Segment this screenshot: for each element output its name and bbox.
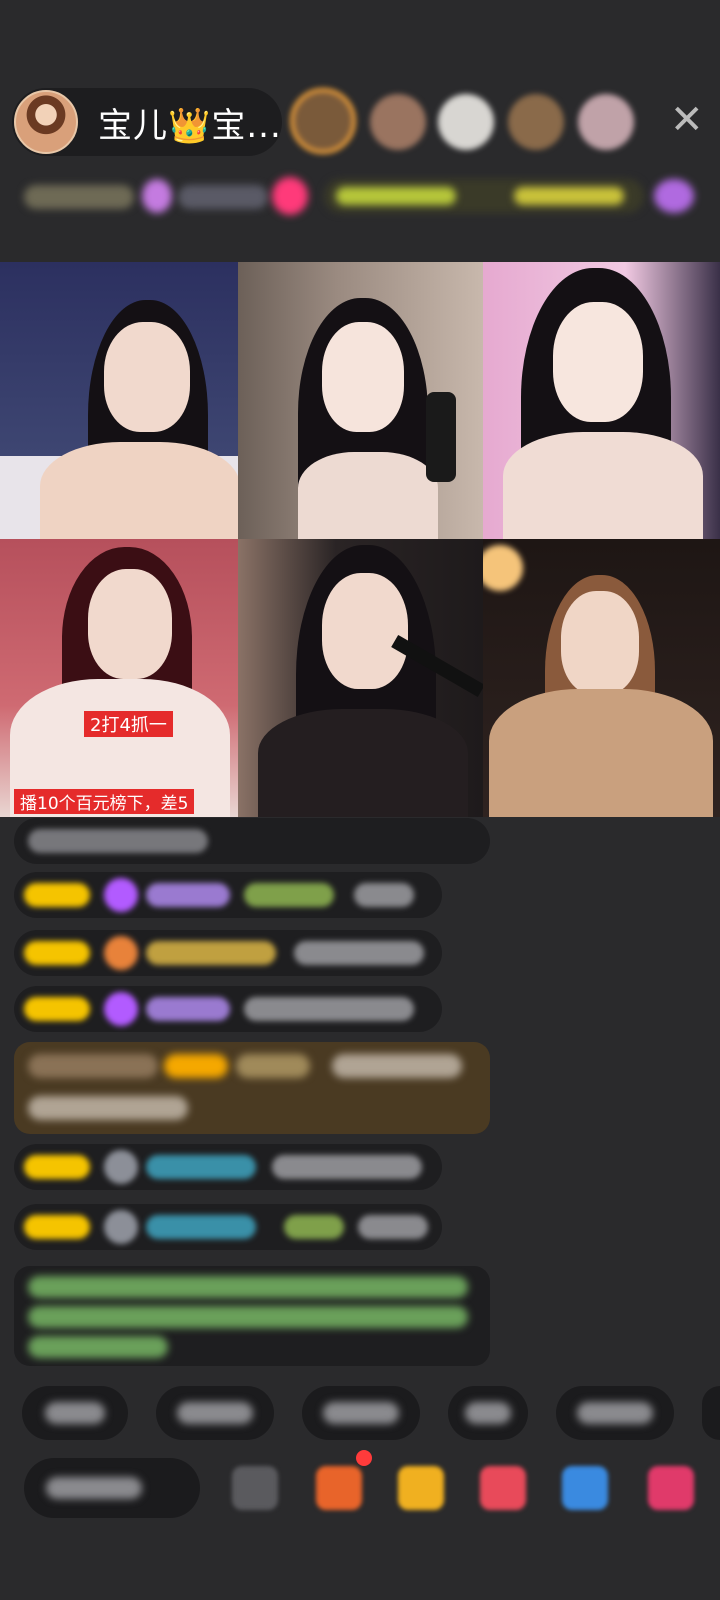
notice-text bbox=[28, 1306, 468, 1328]
tag-blob bbox=[178, 185, 268, 209]
guest-video-tile-5[interactable] bbox=[238, 539, 483, 817]
guest-body bbox=[489, 689, 713, 817]
quick-chip-5[interactable] bbox=[556, 1386, 674, 1440]
viewer-avatar-5[interactable] bbox=[578, 94, 634, 150]
close-icon[interactable]: ✕ bbox=[670, 100, 704, 140]
guest-body bbox=[503, 432, 703, 539]
guest-video-tile-2[interactable] bbox=[238, 262, 483, 539]
user-level-badge bbox=[24, 883, 90, 907]
quick-chip-4[interactable] bbox=[448, 1386, 528, 1440]
notification-dot bbox=[356, 1450, 372, 1466]
user-level-badge bbox=[24, 941, 90, 965]
emoji-icon[interactable] bbox=[232, 1466, 278, 1510]
chat-text bbox=[244, 997, 414, 1021]
chat-text bbox=[28, 1096, 188, 1120]
chat-text bbox=[354, 883, 414, 907]
host-tags-row[interactable] bbox=[24, 175, 700, 219]
tag-blob bbox=[336, 187, 456, 205]
guest-face bbox=[322, 573, 408, 689]
guest-video-tile-4[interactable]: 2打4抓一 播10个百元榜下，差5 bbox=[0, 539, 238, 817]
chat-username bbox=[146, 883, 230, 907]
guest-face bbox=[104, 322, 190, 432]
quick-chip-6[interactable] bbox=[702, 1386, 720, 1440]
microphone-icon bbox=[426, 392, 456, 482]
chat-username bbox=[146, 1155, 256, 1179]
user-avatar-icon bbox=[104, 1210, 138, 1244]
chat-input[interactable] bbox=[24, 1458, 200, 1518]
guest-video-tile-1[interactable] bbox=[0, 262, 238, 539]
heart-icon bbox=[104, 936, 138, 970]
user-level-badge bbox=[24, 1215, 90, 1239]
chat-text bbox=[244, 883, 334, 907]
guest-face bbox=[322, 322, 404, 432]
rank-task-banner: 播10个百元榜下，差5 bbox=[14, 789, 195, 814]
lamp-icon bbox=[483, 545, 523, 591]
chat-username bbox=[146, 997, 230, 1021]
tag-blob bbox=[142, 179, 172, 213]
chat-text bbox=[294, 941, 424, 965]
gift-box-icon[interactable] bbox=[398, 1466, 444, 1510]
activity-icon[interactable] bbox=[316, 1466, 362, 1510]
chat-text bbox=[284, 1215, 344, 1239]
guest-body bbox=[298, 452, 438, 539]
host-avatar-icon[interactable] bbox=[14, 90, 78, 154]
chat-username bbox=[146, 941, 276, 965]
guest-face bbox=[88, 569, 172, 679]
tag-blob bbox=[654, 179, 694, 213]
chat-username bbox=[236, 1054, 310, 1078]
tag-blob bbox=[272, 177, 308, 215]
viewer-avatar-2[interactable] bbox=[370, 94, 426, 150]
notice-text bbox=[28, 1336, 168, 1358]
chat-text bbox=[332, 1054, 462, 1078]
viewer-avatar-4[interactable] bbox=[508, 94, 564, 150]
host-info-pill[interactable]: 宝儿👑宝... bbox=[12, 88, 282, 156]
chat-text bbox=[28, 829, 208, 853]
chat-message[interactable] bbox=[14, 1204, 442, 1250]
gift-icon[interactable] bbox=[648, 1466, 694, 1510]
guest-face bbox=[561, 591, 639, 695]
notice-text bbox=[28, 1276, 468, 1298]
fan-club-icon[interactable] bbox=[480, 1466, 526, 1510]
guest-video-tile-3[interactable] bbox=[483, 262, 720, 539]
chat-message[interactable] bbox=[14, 930, 442, 976]
chat-username bbox=[146, 1215, 256, 1239]
user-avatar-icon bbox=[104, 1150, 138, 1184]
tag-blob bbox=[24, 185, 134, 209]
quick-chip-2[interactable] bbox=[156, 1386, 274, 1440]
guest-body bbox=[258, 709, 468, 817]
gem-icon bbox=[104, 878, 138, 912]
gem-icon bbox=[104, 992, 138, 1026]
user-level-badge bbox=[24, 997, 90, 1021]
tag-blob bbox=[514, 187, 624, 205]
multi-guest-video-grid: 2打4抓一 播10个百元榜下，差5 bbox=[0, 262, 720, 817]
quick-chip-3[interactable] bbox=[302, 1386, 420, 1440]
share-icon[interactable] bbox=[562, 1466, 608, 1510]
guest-face bbox=[553, 302, 643, 422]
chat-message-highlight[interactable] bbox=[14, 1042, 490, 1134]
chat-message[interactable] bbox=[14, 1144, 442, 1190]
quick-chip-1[interactable] bbox=[22, 1386, 128, 1440]
game-rule-label: 2打4抓一 bbox=[84, 711, 173, 737]
user-level-badge bbox=[164, 1054, 228, 1078]
system-notice[interactable] bbox=[14, 1266, 490, 1366]
chat-message[interactable] bbox=[14, 986, 442, 1032]
viewer-avatar-1[interactable] bbox=[290, 88, 356, 154]
guest-body bbox=[40, 442, 238, 539]
host-name: 宝儿👑宝... bbox=[98, 105, 282, 146]
viewer-avatar-3[interactable] bbox=[438, 94, 494, 150]
chat-text bbox=[272, 1155, 422, 1179]
chat-message[interactable] bbox=[14, 872, 442, 918]
chat-text bbox=[358, 1215, 428, 1239]
user-level-badge bbox=[24, 1155, 90, 1179]
guest-video-tile-6[interactable] bbox=[483, 539, 720, 817]
chat-message[interactable] bbox=[14, 818, 490, 864]
chat-username bbox=[28, 1054, 158, 1078]
